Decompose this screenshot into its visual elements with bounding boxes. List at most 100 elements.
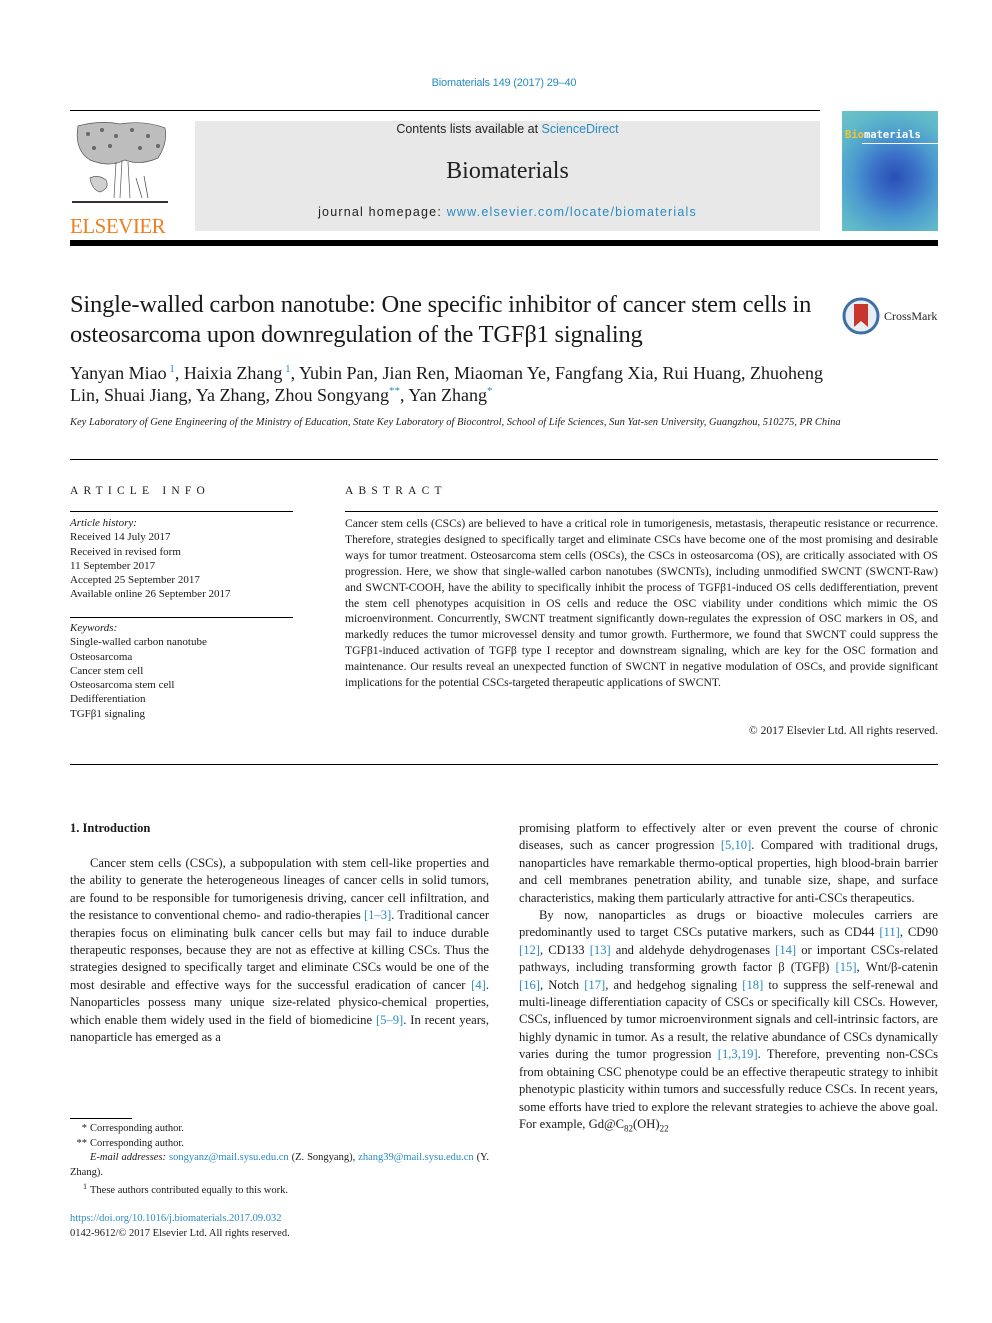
article-history-label: Article history: <box>70 517 137 529</box>
footnotes: * Corresponding author. ** Corresponding a… <box>70 1122 489 1199</box>
divider <box>70 764 938 765</box>
citation-link[interactable]: [11] <box>879 925 900 939</box>
intro-paragraph: promising platform to effectively alter … <box>519 821 938 905</box>
footnote-text: Corresponding author. <box>90 1123 184 1134</box>
divider <box>70 511 293 512</box>
cover-title-bio: Bio <box>845 129 864 141</box>
article-title: Single-walled carbon nanotube: One speci… <box>70 291 812 348</box>
author-mark[interactable]: * <box>487 385 493 397</box>
citation-link[interactable]: [5–9] <box>376 1013 403 1027</box>
crossmark-button[interactable]: CrossMark <box>842 296 942 336</box>
citation-link[interactable]: [1,3,19] <box>718 1047 758 1061</box>
author-mark[interactable]: ** <box>389 385 400 397</box>
author-name[interactable]: Rui Huang <box>663 363 742 383</box>
elsevier-tree-icon <box>70 118 170 210</box>
citation-link[interactable]: [1–3] <box>364 908 391 922</box>
history-item: Received in revised form <box>70 545 181 558</box>
intro-paragraph: Cancer stem cells (CSCs), a subpopulatio… <box>70 856 490 1045</box>
author-list: Yanyan Miao 1, Haixia Zhang 1, Yubin Pan… <box>70 363 823 405</box>
citation-link[interactable]: [14] <box>775 943 796 957</box>
introduction-heading: 1. Introduction <box>70 821 151 835</box>
footnote-text: Corresponding author. <box>90 1137 184 1149</box>
citation-link[interactable]: [13] <box>590 943 611 957</box>
footnote-rule <box>70 1118 132 1119</box>
issn-copyright: 0142-9612/© 2017 Elsevier Ltd. All right… <box>70 1228 290 1239</box>
body-column-left: Cancer stem cells (CSCs), a subpopulatio… <box>70 855 489 1046</box>
author-name[interactable]: Miaoman Ye <box>454 363 546 383</box>
cover-title-rest: materials <box>863 129 921 141</box>
email-label: E-mail addresses: <box>90 1152 170 1163</box>
citation-link[interactable]: [17] <box>584 978 605 992</box>
contents-prefix: Contents lists available at <box>396 122 542 136</box>
article-info-heading: ARTICLE INFO <box>70 485 210 497</box>
divider <box>70 459 938 460</box>
author-name[interactable]: Jian Ren <box>383 363 446 383</box>
citation-link[interactable]: [4] <box>471 978 486 992</box>
intro-paragraph: By now, nanoparticles as drugs or bioact… <box>519 908 938 1134</box>
divider <box>70 617 293 618</box>
email-link[interactable]: zhang39@mail.sysu.edu.cn <box>358 1152 474 1163</box>
affiliation: Key Laboratory of Gene Engineering of th… <box>70 417 841 428</box>
author-name[interactable]: Yanyan Miao <box>70 363 167 383</box>
footnote-mark: 1 <box>83 1182 87 1191</box>
footnote-text: These authors contributed equally to thi… <box>90 1185 288 1196</box>
email-link[interactable]: songyanz@mail.sysu.edu.cn <box>169 1152 289 1163</box>
keyword-item: Single-walled carbon nanotube <box>70 636 207 649</box>
divider <box>345 511 938 512</box>
keyword-item: Osteosarcoma <box>70 650 133 663</box>
citation-link[interactable]: [15] <box>836 960 857 974</box>
author-mark[interactable]: 1 <box>282 363 291 375</box>
subscript: 82 <box>624 1123 633 1134</box>
homepage-line: journal homepage: www.elsevier.com/locat… <box>195 205 820 219</box>
footnote: ** Corresponding author. <box>70 1137 489 1152</box>
crossmark-icon <box>842 297 880 335</box>
citation-link[interactable]: [12] <box>519 943 540 957</box>
footnote: 1 These authors contributed equally to th… <box>70 1180 489 1199</box>
footnote-mark: * <box>81 1123 87 1134</box>
author-name[interactable]: Yubin Pan <box>299 363 374 383</box>
keyword-item: TGFβ1 signaling <box>70 707 145 720</box>
keywords-label: Keywords: <box>70 622 118 634</box>
abstract-heading: ABSTRACT <box>345 485 447 497</box>
keyword-item: Dedifferentiation <box>70 693 146 706</box>
header-top-rule <box>70 110 820 111</box>
author-name[interactable]: Yan Zhang <box>408 385 487 405</box>
sciencedirect-link[interactable]: ScienceDirect <box>542 122 619 136</box>
author-name[interactable]: Ya Zhang <box>196 385 266 405</box>
footnote-mark: ** <box>76 1137 88 1149</box>
author-name[interactable]: Zhou Songyang <box>275 385 390 405</box>
abstract-copyright: © 2017 Elsevier Ltd. All rights reserved… <box>748 724 938 737</box>
journal-cover-thumbnail[interactable]: Biomaterials <box>842 111 938 231</box>
body-column-right: promising platform to effectively alter … <box>519 820 938 1138</box>
cover-rule <box>862 143 938 144</box>
history-item: 11 September 2017 <box>70 559 156 572</box>
elsevier-logo[interactable]: ELSEVIER <box>70 118 170 237</box>
doi-link[interactable]: https://doi.org/10.1016/j.biomaterials.2… <box>70 1213 282 1224</box>
article-history: Article history: Received 14 July 2017 R… <box>70 516 293 602</box>
journal-homepage-link[interactable]: www.elsevier.com/locate/biomaterials <box>447 205 697 219</box>
journal-reference-link[interactable]: Biomaterials 149 (2017) 29–40 <box>0 77 992 89</box>
history-item: Received 14 July 2017 <box>70 531 171 544</box>
subscript: 22 <box>659 1123 669 1134</box>
journal-masthead: Contents lists available at ScienceDirec… <box>195 121 820 231</box>
doi-block: https://doi.org/10.1016/j.biomaterials.2… <box>70 1211 489 1241</box>
email-owner: (Z. Songyang), <box>288 1152 359 1163</box>
email-footnote: E-mail addresses: songyanz@mail.sysu.edu… <box>70 1151 489 1180</box>
elsevier-wordmark: ELSEVIER <box>70 214 166 238</box>
abstract-text: Cancer stem cells (CSCs) are believed to… <box>345 517 938 690</box>
citation-link[interactable]: [5,10] <box>721 838 751 852</box>
keyword-item: Cancer stem cell <box>70 664 144 677</box>
citation-link[interactable]: [16] <box>519 978 540 992</box>
citation-link[interactable]: [18] <box>742 978 763 992</box>
author-name[interactable]: Haixia Zhang <box>184 363 282 383</box>
footnote: * Corresponding author. <box>70 1122 489 1137</box>
author-name[interactable]: Shuai Jiang <box>104 385 188 405</box>
keywords: Keywords: Single-walled carbon nanotube … <box>70 621 293 721</box>
history-item: Accepted 25 September 2017 <box>70 574 200 587</box>
keyword-item: Osteosarcoma stem cell <box>70 679 175 692</box>
crossmark-label: CrossMark <box>884 308 938 323</box>
history-item: Available online 26 September 2017 <box>70 588 231 601</box>
author-mark[interactable]: 1 <box>167 363 175 375</box>
author-name[interactable]: Fangfang Xia <box>555 363 653 383</box>
header-thick-rule <box>70 240 938 246</box>
